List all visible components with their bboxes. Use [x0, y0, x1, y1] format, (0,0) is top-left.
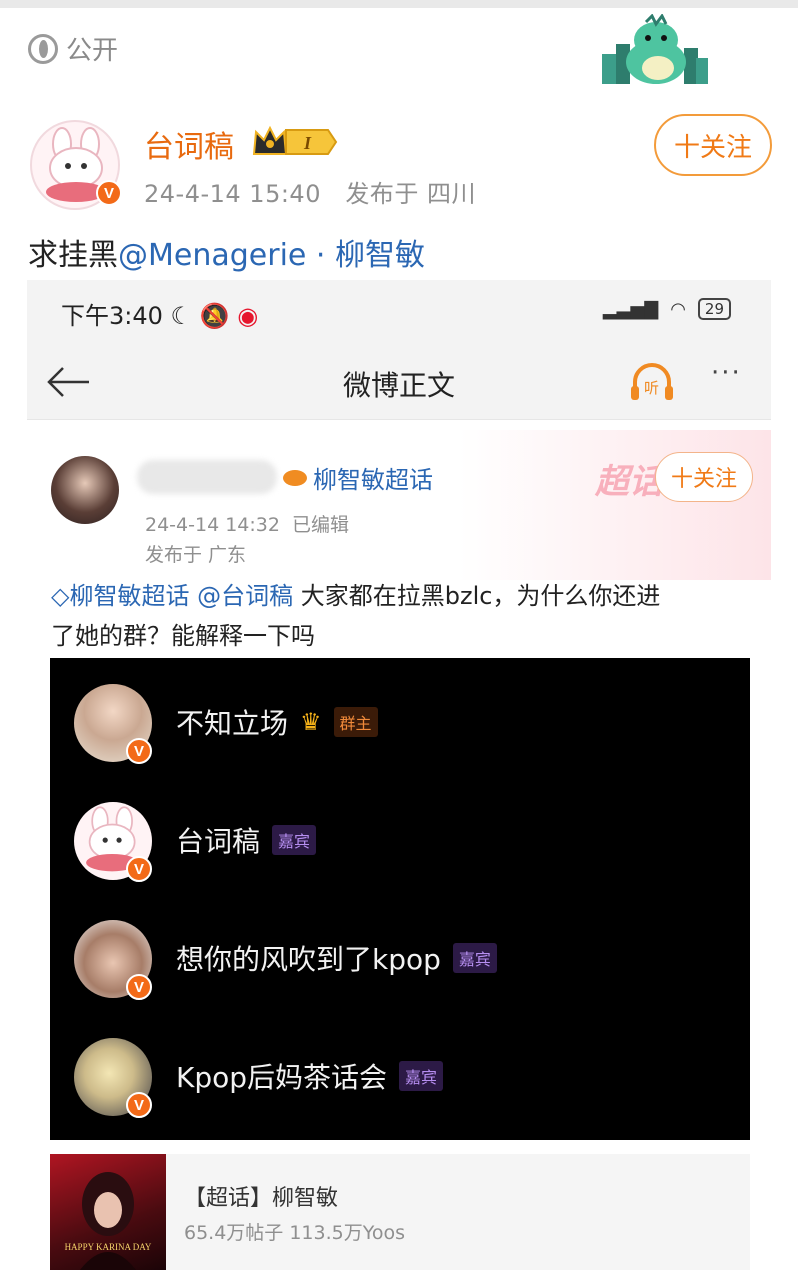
- inner-post-header: 柳智敏超话 24-4-14 14:32 已编辑 发布于 广东 超话 十关注: [27, 430, 771, 580]
- crown-level-badge-icon: I: [252, 125, 338, 155]
- post-header: V 台词稿 I 24-4-14 15:40 发布于 四川 十关注: [0, 98, 798, 218]
- top-divider: [0, 0, 798, 8]
- group-members-panel: V 不知立场 ♛ 群主 V 台词稿 嘉宾 V 想你的风吹到了kpop 嘉宾 V …: [50, 658, 750, 1140]
- supertopic-stats: 65.4万帖子 113.5万Yoos: [184, 1222, 405, 1244]
- post-meta: 24-4-14 15:40 发布于 四川: [144, 174, 476, 209]
- verified-badge-icon: V: [126, 738, 152, 764]
- supertopic-tag[interactable]: 柳智敏超话: [283, 460, 433, 495]
- post-location: 发布于 四川: [345, 180, 476, 208]
- headphone-listen-icon[interactable]: 听: [629, 362, 675, 402]
- supertopic-card[interactable]: HAPPY KARINA DAY 【超话】柳智敏 65.4万帖子 113.5万Y…: [50, 1154, 750, 1270]
- role-badge: 嘉宾: [399, 1061, 444, 1091]
- globe-icon: [28, 33, 58, 64]
- fish-icon: [283, 469, 307, 486]
- visibility-label: 公开: [66, 36, 119, 66]
- verified-badge-icon: V: [126, 1092, 152, 1118]
- member-row[interactable]: V 不知立场 ♛ 群主: [50, 682, 750, 764]
- supertopic-title: 【超话】柳智敏: [184, 1186, 339, 1211]
- inner-post-date: 24-4-14 14:32 已编辑: [145, 514, 350, 536]
- member-row[interactable]: V Kpop后妈茶话会 嘉宾: [50, 1036, 750, 1118]
- blurred-username: [137, 460, 277, 494]
- member-name: 想你的风吹到了kpop 嘉宾: [176, 938, 497, 978]
- member-name: 不知立场 ♛ 群主: [176, 702, 378, 742]
- supertopic-watermark: 超话: [595, 462, 663, 502]
- weibo-icon: ◉: [237, 302, 259, 330]
- visibility-indicator: 公开: [28, 30, 118, 67]
- crown-icon: ♛: [300, 708, 322, 736]
- verified-badge-icon: V: [126, 974, 152, 1000]
- inner-follow-button[interactable]: 十关注: [655, 452, 753, 502]
- status-right: ▂▃▅▇ ◠ 29: [603, 298, 731, 320]
- post-mention-link[interactable]: @Menagerie · 柳智敏: [118, 238, 425, 273]
- inner-author-avatar[interactable]: [51, 456, 119, 524]
- signal-icon: ▂▃▅▇: [602, 298, 659, 320]
- role-badge: 群主: [333, 707, 378, 737]
- mention-link[interactable]: @台词稿: [197, 582, 293, 610]
- member-name: Kpop后妈茶话会 嘉宾: [176, 1056, 444, 1096]
- more-options-icon[interactable]: ···: [711, 358, 742, 388]
- role-badge: 嘉宾: [272, 825, 317, 855]
- follow-button[interactable]: 十关注: [654, 114, 772, 176]
- post-text: 求挂黑@Menagerie · 柳智敏: [28, 230, 425, 274]
- karina-poster-image: HAPPY KARINA DAY: [65, 1172, 152, 1270]
- inner-post-text: ◇柳智敏超话 @台词稿 大家都在拉黑bzlc，为什么你还进 了她的群？能解释一下…: [51, 582, 661, 650]
- nav-bar: 微博正文 听 ···: [27, 344, 771, 420]
- post-text-prefix: 求挂黑: [28, 238, 118, 273]
- wifi-icon: ◠: [670, 298, 686, 320]
- status-time: 下午3:40 ☾ 🔕 ◉: [61, 302, 259, 330]
- embedded-screenshot[interactable]: 下午3:40 ☾ 🔕 ◉ ▂▃▅▇ ◠ 29 微博正文 听 ··· 柳智敏超话: [27, 280, 771, 1280]
- verified-badge-icon: V: [96, 180, 122, 206]
- inner-post-location: 发布于 广东: [145, 544, 247, 566]
- bell-off-icon: 🔕: [199, 302, 230, 330]
- topic-link[interactable]: ◇柳智敏超话: [51, 582, 189, 610]
- member-name: 台词稿 嘉宾: [176, 820, 317, 860]
- verified-badge-icon: V: [126, 856, 152, 882]
- svg-text:I: I: [303, 133, 312, 153]
- dinosaur-sticker-icon: [602, 14, 708, 84]
- author-name[interactable]: 台词稿: [144, 122, 234, 166]
- phone-status-bar: 下午3:40 ☾ 🔕 ◉ ▂▃▅▇ ◠ 29: [27, 280, 771, 344]
- member-row[interactable]: V 想你的风吹到了kpop 嘉宾: [50, 918, 750, 1000]
- svg-text:HAPPY KARINA DAY: HAPPY KARINA DAY: [65, 1242, 152, 1252]
- post-timestamp: 24-4-14 15:40: [144, 180, 321, 208]
- member-row[interactable]: V 台词稿 嘉宾: [50, 800, 750, 882]
- battery-icon: 29: [697, 298, 731, 320]
- svg-text:听: 听: [644, 379, 659, 397]
- supertopic-poster: HAPPY KARINA DAY: [50, 1154, 166, 1270]
- moon-icon: ☾: [170, 302, 193, 330]
- role-badge: 嘉宾: [452, 943, 497, 973]
